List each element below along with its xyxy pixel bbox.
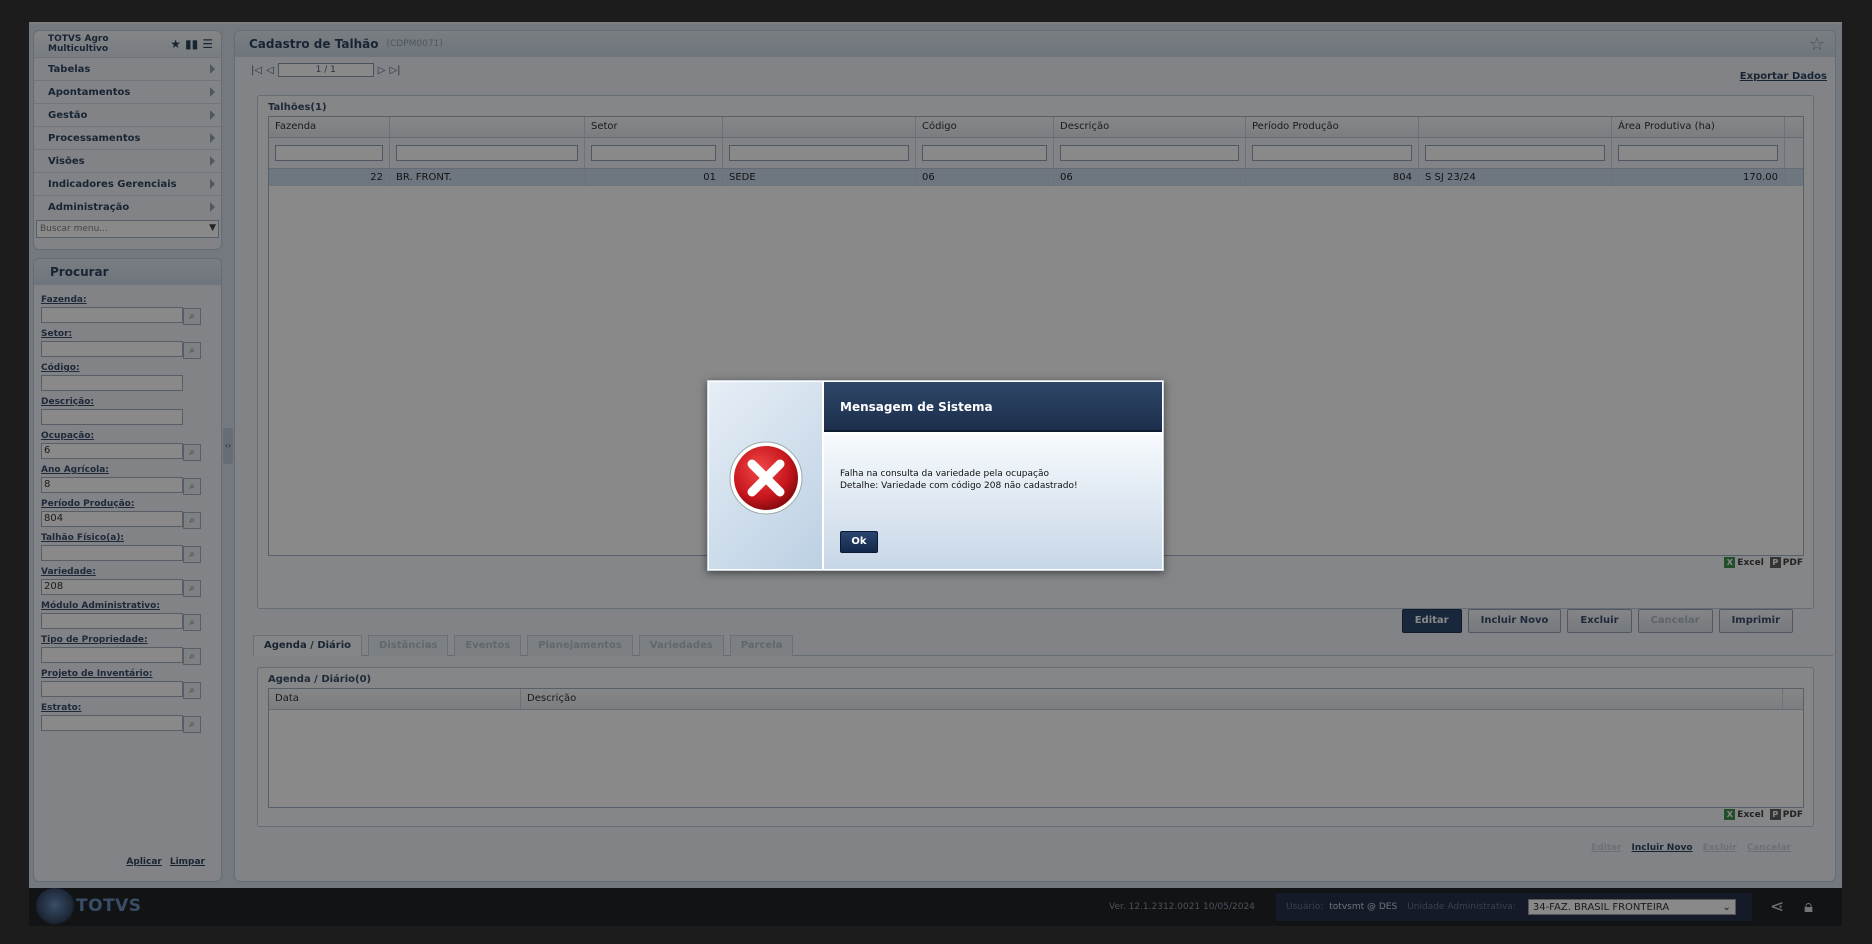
dialog-message: Falha na consulta da variedade pela ocup… [840, 468, 1078, 492]
ok-button[interactable]: Ok [840, 531, 878, 553]
modal-overlay: Mensagem de Sistema Falha na consulta da… [0, 0, 1872, 944]
message-line-2: Detalhe: Variedade com código 208 não ca… [840, 481, 1078, 491]
dialog-title: Mensagem de Sistema [824, 382, 1162, 432]
dialog-icon-area [709, 382, 822, 569]
system-message-dialog: Mensagem de Sistema Falha na consulta da… [707, 380, 1164, 571]
dialog-body: Falha na consulta da variedade pela ocup… [824, 434, 1162, 569]
error-icon [729, 441, 803, 515]
message-line-1: Falha na consulta da variedade pela ocup… [840, 469, 1049, 479]
